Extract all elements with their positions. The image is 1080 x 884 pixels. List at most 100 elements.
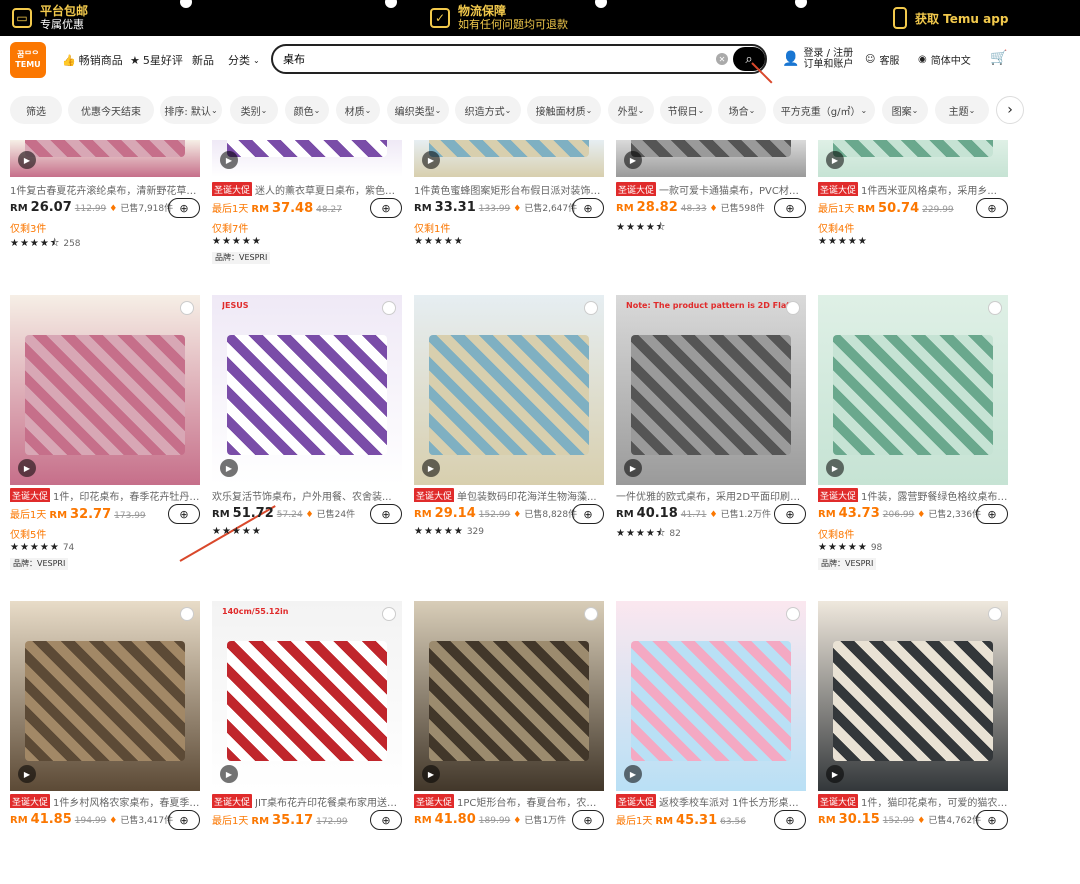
play-icon[interactable]: ▶	[18, 459, 36, 477]
search-input[interactable]	[283, 51, 703, 67]
add-to-cart-button[interactable]: ⊕	[774, 810, 806, 830]
nav-bestsellers[interactable]: 👍 畅销商品	[62, 52, 123, 68]
product-title[interactable]: 圣诞大促 1件，印花桌布，春季花卉牡丹蝴...	[10, 488, 200, 502]
search-button[interactable]: ⌕	[733, 47, 765, 71]
product-image[interactable]: JESUS ▶	[212, 295, 402, 485]
filter-chip[interactable]: 场合 ⌄	[718, 96, 766, 124]
product-image[interactable]: ▶	[10, 295, 200, 485]
play-icon[interactable]: ▶	[624, 151, 642, 169]
add-to-cart-button[interactable]: ⊕	[370, 810, 402, 830]
play-icon[interactable]: ▶	[826, 459, 844, 477]
clear-search-icon[interactable]: ✕	[716, 53, 728, 65]
add-to-cart-button[interactable]: ⊕	[976, 810, 1008, 830]
chevron-right-icon[interactable]: ›	[996, 96, 1024, 124]
play-icon[interactable]: ▶	[826, 765, 844, 783]
select-checkbox[interactable]	[180, 607, 194, 621]
product-image[interactable]: ▶	[616, 140, 806, 177]
product-title[interactable]: 圣诞大促 单包装数码印花海洋生物海藻...	[414, 488, 604, 502]
product-image[interactable]: ▶	[818, 295, 1008, 485]
temu-logo[interactable]: 꿈ᄆᄋ TEMU	[10, 42, 46, 78]
add-to-cart-button[interactable]: ⊕	[774, 504, 806, 524]
add-to-cart-button[interactable]: ⊕	[168, 810, 200, 830]
product-title[interactable]: 圣诞大促 一款可爱卡通猫桌布，PVC材质...	[616, 182, 806, 196]
product-card[interactable]: ▶ 圣诞大促 1件乡村风格农家桌布，春夏季画... RM 41.85 194.99 ♦ 已售3…	[10, 601, 200, 884]
product-card[interactable]: ▶ 圣诞大促 1PC矩形台布，春夏台布，农家复... RM 41.80 189.99 ♦ 已售…	[414, 601, 604, 884]
play-icon[interactable]: ▶	[422, 765, 440, 783]
play-icon[interactable]: ▶	[624, 765, 642, 783]
product-image[interactable]: ▶	[616, 601, 806, 791]
product-card[interactable]: Note: The product pattern is 2D Flat Pri…	[616, 295, 806, 578]
product-card[interactable]: ▶ 圣诞大促 1件，印花桌布，春季花卉牡丹蝴... 最后1天 RM 32.77 173.99…	[10, 295, 200, 578]
product-card[interactable]: ▶ 圣诞大促 单包装数码印花海洋生物海藻... RM 29.14 152.99 ♦ 已售8,8…	[414, 295, 604, 578]
select-checkbox[interactable]	[382, 301, 396, 315]
filter-chip[interactable]: 图案 ⌄	[882, 96, 928, 124]
select-checkbox[interactable]	[988, 607, 1002, 621]
add-to-cart-button[interactable]: ⊕	[572, 504, 604, 524]
product-card[interactable]: ▶ 圣诞大促 1件西米亚风格桌布，采用乡... 最后1天 RM 50.74 229.99 ⊕ 仅…	[818, 140, 1008, 272]
filter-chip[interactable]: 筛选	[10, 96, 62, 124]
product-title[interactable]: 圣诞大促 1件，猫印花桌布，可爱的猫农舍...	[818, 794, 1008, 808]
product-title[interactable]: 圣诞大促 JIT桌布花卉印花餐桌布家用送礼...	[212, 794, 402, 808]
add-to-cart-button[interactable]: ⊕	[976, 198, 1008, 218]
filter-chip[interactable]: 主题 ⌄	[935, 96, 989, 124]
play-icon[interactable]: ▶	[18, 765, 36, 783]
support-link[interactable]: ☺ 客服	[865, 52, 899, 67]
play-icon[interactable]: ▶	[220, 459, 238, 477]
free-shipping-banner[interactable]: ▭ 平台包邮 专属优惠	[12, 0, 88, 36]
product-title[interactable]: 1件复古春夏花卉滚纶桌布，清新野花草地...	[10, 182, 200, 197]
select-checkbox[interactable]	[988, 301, 1002, 315]
cart-button[interactable]: 🛒	[990, 50, 1007, 66]
product-title[interactable]: 一件优雅的欧式桌布，采用2D平面印刷和...	[616, 488, 806, 503]
filter-chip[interactable]: 颜色 ⌄	[285, 96, 329, 124]
product-image[interactable]: ▶	[818, 140, 1008, 177]
filter-chip[interactable]: 编织类型 ⌄	[387, 96, 449, 124]
filter-chip[interactable]: 材质 ⌄	[336, 96, 380, 124]
product-image[interactable]: ▶	[10, 601, 200, 791]
product-image[interactable]: 140cm/55.12in ▶	[212, 601, 402, 791]
product-title[interactable]: 圣诞大促 1件乡村风格农家桌布，春夏季画...	[10, 794, 200, 808]
filter-chip[interactable]: 类别 ⌄	[230, 96, 278, 124]
filter-chip[interactable]: 平方克重（g/㎡） ⌄	[773, 96, 875, 124]
filter-chip[interactable]: 排序: 默认 ⌄	[160, 96, 222, 124]
product-title[interactable]: 圣诞大促 返校季校车派对 1件长方形桌布...	[616, 794, 806, 808]
nav-categories[interactable]: 分类 ⌄	[228, 52, 260, 68]
add-to-cart-button[interactable]: ⊕	[976, 504, 1008, 524]
product-title[interactable]: 圣诞大促 1件装，露营野餐绿色格纹桌布，...	[818, 488, 1008, 502]
filter-chip[interactable]: 外型 ⌄	[608, 96, 654, 124]
logistics-banner[interactable]: ✓ 物流保障 如有任何问题均可退款	[430, 0, 568, 36]
product-image[interactable]: ▶	[212, 140, 402, 177]
play-icon[interactable]: ▶	[422, 459, 440, 477]
product-card[interactable]: ▶ 圣诞大促 1件，猫印花桌布，可爱的猫农舍... RM 30.15 152.99 ♦ 已售4…	[818, 601, 1008, 884]
filter-chip[interactable]: 优惠今天结束	[68, 96, 154, 124]
add-to-cart-button[interactable]: ⊕	[168, 198, 200, 218]
product-card[interactable]: 140cm/55.12in ▶ 圣诞大促 JIT桌布花卉印花餐桌布家用送礼... 最后1…	[212, 601, 402, 884]
product-card[interactable]: ▶ 圣诞大促 一款可爱卡通猫桌布，PVC材质... RM 28.82 48.33 ♦ 已售59…	[616, 140, 806, 272]
account-menu[interactable]: 👤 登录 / 注册 订单和账户	[782, 48, 853, 70]
product-card[interactable]: ▶ 圣诞大促 迷人的薰衣草夏日桌布，紫色花... 最后1天 RM 37.48 48.27 ⊕ 仅…	[212, 140, 402, 272]
select-checkbox[interactable]	[180, 301, 194, 315]
select-checkbox[interactable]	[786, 301, 800, 315]
play-icon[interactable]: ▶	[18, 151, 36, 169]
product-image[interactable]: Note: The product pattern is 2D Flat Pri…	[616, 295, 806, 485]
product-image[interactable]: ▶	[818, 601, 1008, 791]
product-title[interactable]: 欢乐复活节饰桌布，户外用餐、农舍装...	[212, 488, 402, 503]
language-select[interactable]: ◉ 简体中文	[918, 52, 971, 67]
add-to-cart-button[interactable]: ⊕	[168, 504, 200, 524]
add-to-cart-button[interactable]: ⊕	[572, 198, 604, 218]
product-card[interactable]: ▶ 1件黄色蜜蜂图案矩形台布假日派对装饰可... RM 33.31 133.99 ♦ 已售2…	[414, 140, 604, 272]
product-title[interactable]: 圣诞大促 迷人的薰衣草夏日桌布，紫色花...	[212, 182, 402, 196]
product-title[interactable]: 圣诞大促 1PC矩形台布，春夏台布，农家复...	[414, 794, 604, 808]
product-title[interactable]: 圣诞大促 1件西米亚风格桌布，采用乡...	[818, 182, 1008, 196]
add-to-cart-button[interactable]: ⊕	[370, 198, 402, 218]
play-icon[interactable]: ▶	[220, 765, 238, 783]
product-card[interactable]: ▶ 圣诞大促 1件装，露营野餐绿色格纹桌布，... RM 43.73 206.99 ♦ 已售2…	[818, 295, 1008, 578]
product-title[interactable]: 1件黄色蜜蜂图案矩形台布假日派对装饰可...	[414, 182, 604, 197]
select-checkbox[interactable]	[382, 607, 396, 621]
add-to-cart-button[interactable]: ⊕	[370, 504, 402, 524]
get-app-banner[interactable]: 获取 Temu app	[893, 0, 1008, 36]
select-checkbox[interactable]	[584, 301, 598, 315]
add-to-cart-button[interactable]: ⊕	[774, 198, 806, 218]
filter-chip[interactable]: 接触面材质 ⌄	[527, 96, 601, 124]
product-card[interactable]: ▶ 圣诞大促 返校季校车派对 1件长方形桌布... 最后1天 RM 45.31 63.56 ⊕	[616, 601, 806, 884]
play-icon[interactable]: ▶	[220, 151, 238, 169]
